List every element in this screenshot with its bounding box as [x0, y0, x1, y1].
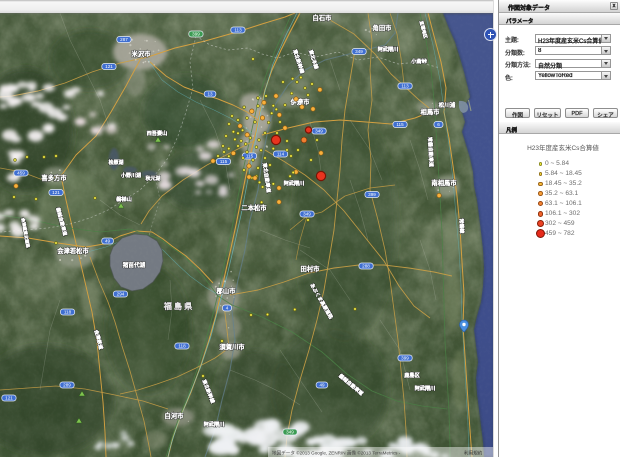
svg-text:地図データ ©2013 Google, ZENRIN 画像: 地図データ ©2013 Google, ZENRIN 画像 ©2013 Terr…	[272, 450, 401, 457]
svg-text:喜多方市: 喜多方市	[41, 173, 66, 182]
svg-text:287: 287	[120, 37, 128, 42]
svg-text:西吾妻山: 西吾妻山	[147, 129, 168, 137]
svg-text:121: 121	[105, 64, 113, 69]
svg-text:会津若松市: 会津若松市	[57, 246, 88, 255]
svg-text:349: 349	[286, 430, 294, 435]
svg-text:288: 288	[362, 264, 370, 269]
svg-text:須賀川市: 須賀川市	[219, 342, 244, 351]
svg-text:白河市: 白河市	[165, 411, 184, 420]
svg-text:秋元湖: 秋元湖	[145, 175, 160, 182]
svg-text:114: 114	[277, 152, 285, 157]
svg-text:阿武隈川: 阿武隈川	[284, 179, 305, 187]
svg-text:113: 113	[234, 28, 242, 33]
svg-text:113: 113	[401, 84, 409, 89]
svg-text:294: 294	[117, 292, 125, 297]
svg-text:郡山市: 郡山市	[217, 286, 236, 295]
svg-text:小斎峠: 小斎峠	[411, 57, 427, 65]
svg-text:桧原湖: 桧原湖	[108, 159, 123, 166]
svg-text:115: 115	[396, 122, 404, 127]
svg-text:399: 399	[368, 192, 376, 197]
svg-text:相馬市: 相馬市	[421, 107, 440, 116]
svg-text:121: 121	[5, 396, 13, 401]
svg-text:49: 49	[105, 239, 111, 244]
svg-text:118: 118	[178, 344, 186, 349]
svg-text:角田市: 角田市	[373, 23, 392, 32]
svg-text:115: 115	[220, 159, 228, 164]
svg-text:松川浦: 松川浦	[439, 101, 456, 109]
svg-text:二本松市: 二本松市	[241, 203, 266, 212]
svg-text:磐梯山: 磐梯山	[116, 195, 132, 203]
svg-text:常磐線: 常磐線	[458, 218, 466, 233]
svg-text:349: 349	[315, 129, 323, 134]
svg-text:118: 118	[64, 310, 72, 315]
svg-text:349: 349	[355, 49, 363, 54]
svg-text:349: 349	[303, 212, 311, 217]
svg-text:121: 121	[52, 190, 60, 195]
svg-text:399: 399	[192, 32, 200, 37]
svg-text:田村市: 田村市	[301, 264, 320, 273]
svg-text:米沢市: 米沢市	[132, 49, 151, 58]
svg-text:阿武隈川: 阿武隈川	[204, 420, 225, 428]
svg-text:115: 115	[246, 154, 254, 159]
svg-text:阿武隈川: 阿武隈川	[415, 384, 436, 392]
svg-text:伊達市: 伊達市	[291, 97, 310, 106]
svg-text:南相馬市: 南相馬市	[431, 178, 456, 187]
svg-text:459: 459	[17, 171, 25, 176]
svg-text:49: 49	[319, 383, 325, 388]
svg-text:鹿島区: 鹿島区	[404, 371, 420, 379]
svg-text:猪苗代湖: 猪苗代湖	[123, 261, 146, 269]
svg-text:福島県: 福島県	[164, 301, 195, 311]
svg-text:289: 289	[63, 383, 71, 388]
svg-text:小野川湖: 小野川湖	[121, 172, 141, 179]
svg-text:阿武隈川: 阿武隈川	[378, 45, 399, 53]
svg-text:6: 6	[437, 122, 440, 127]
svg-text:4: 4	[226, 306, 229, 311]
svg-text:13: 13	[207, 92, 213, 97]
svg-text:399: 399	[401, 356, 409, 361]
svg-text:利用規約: 利用規約	[464, 450, 483, 457]
